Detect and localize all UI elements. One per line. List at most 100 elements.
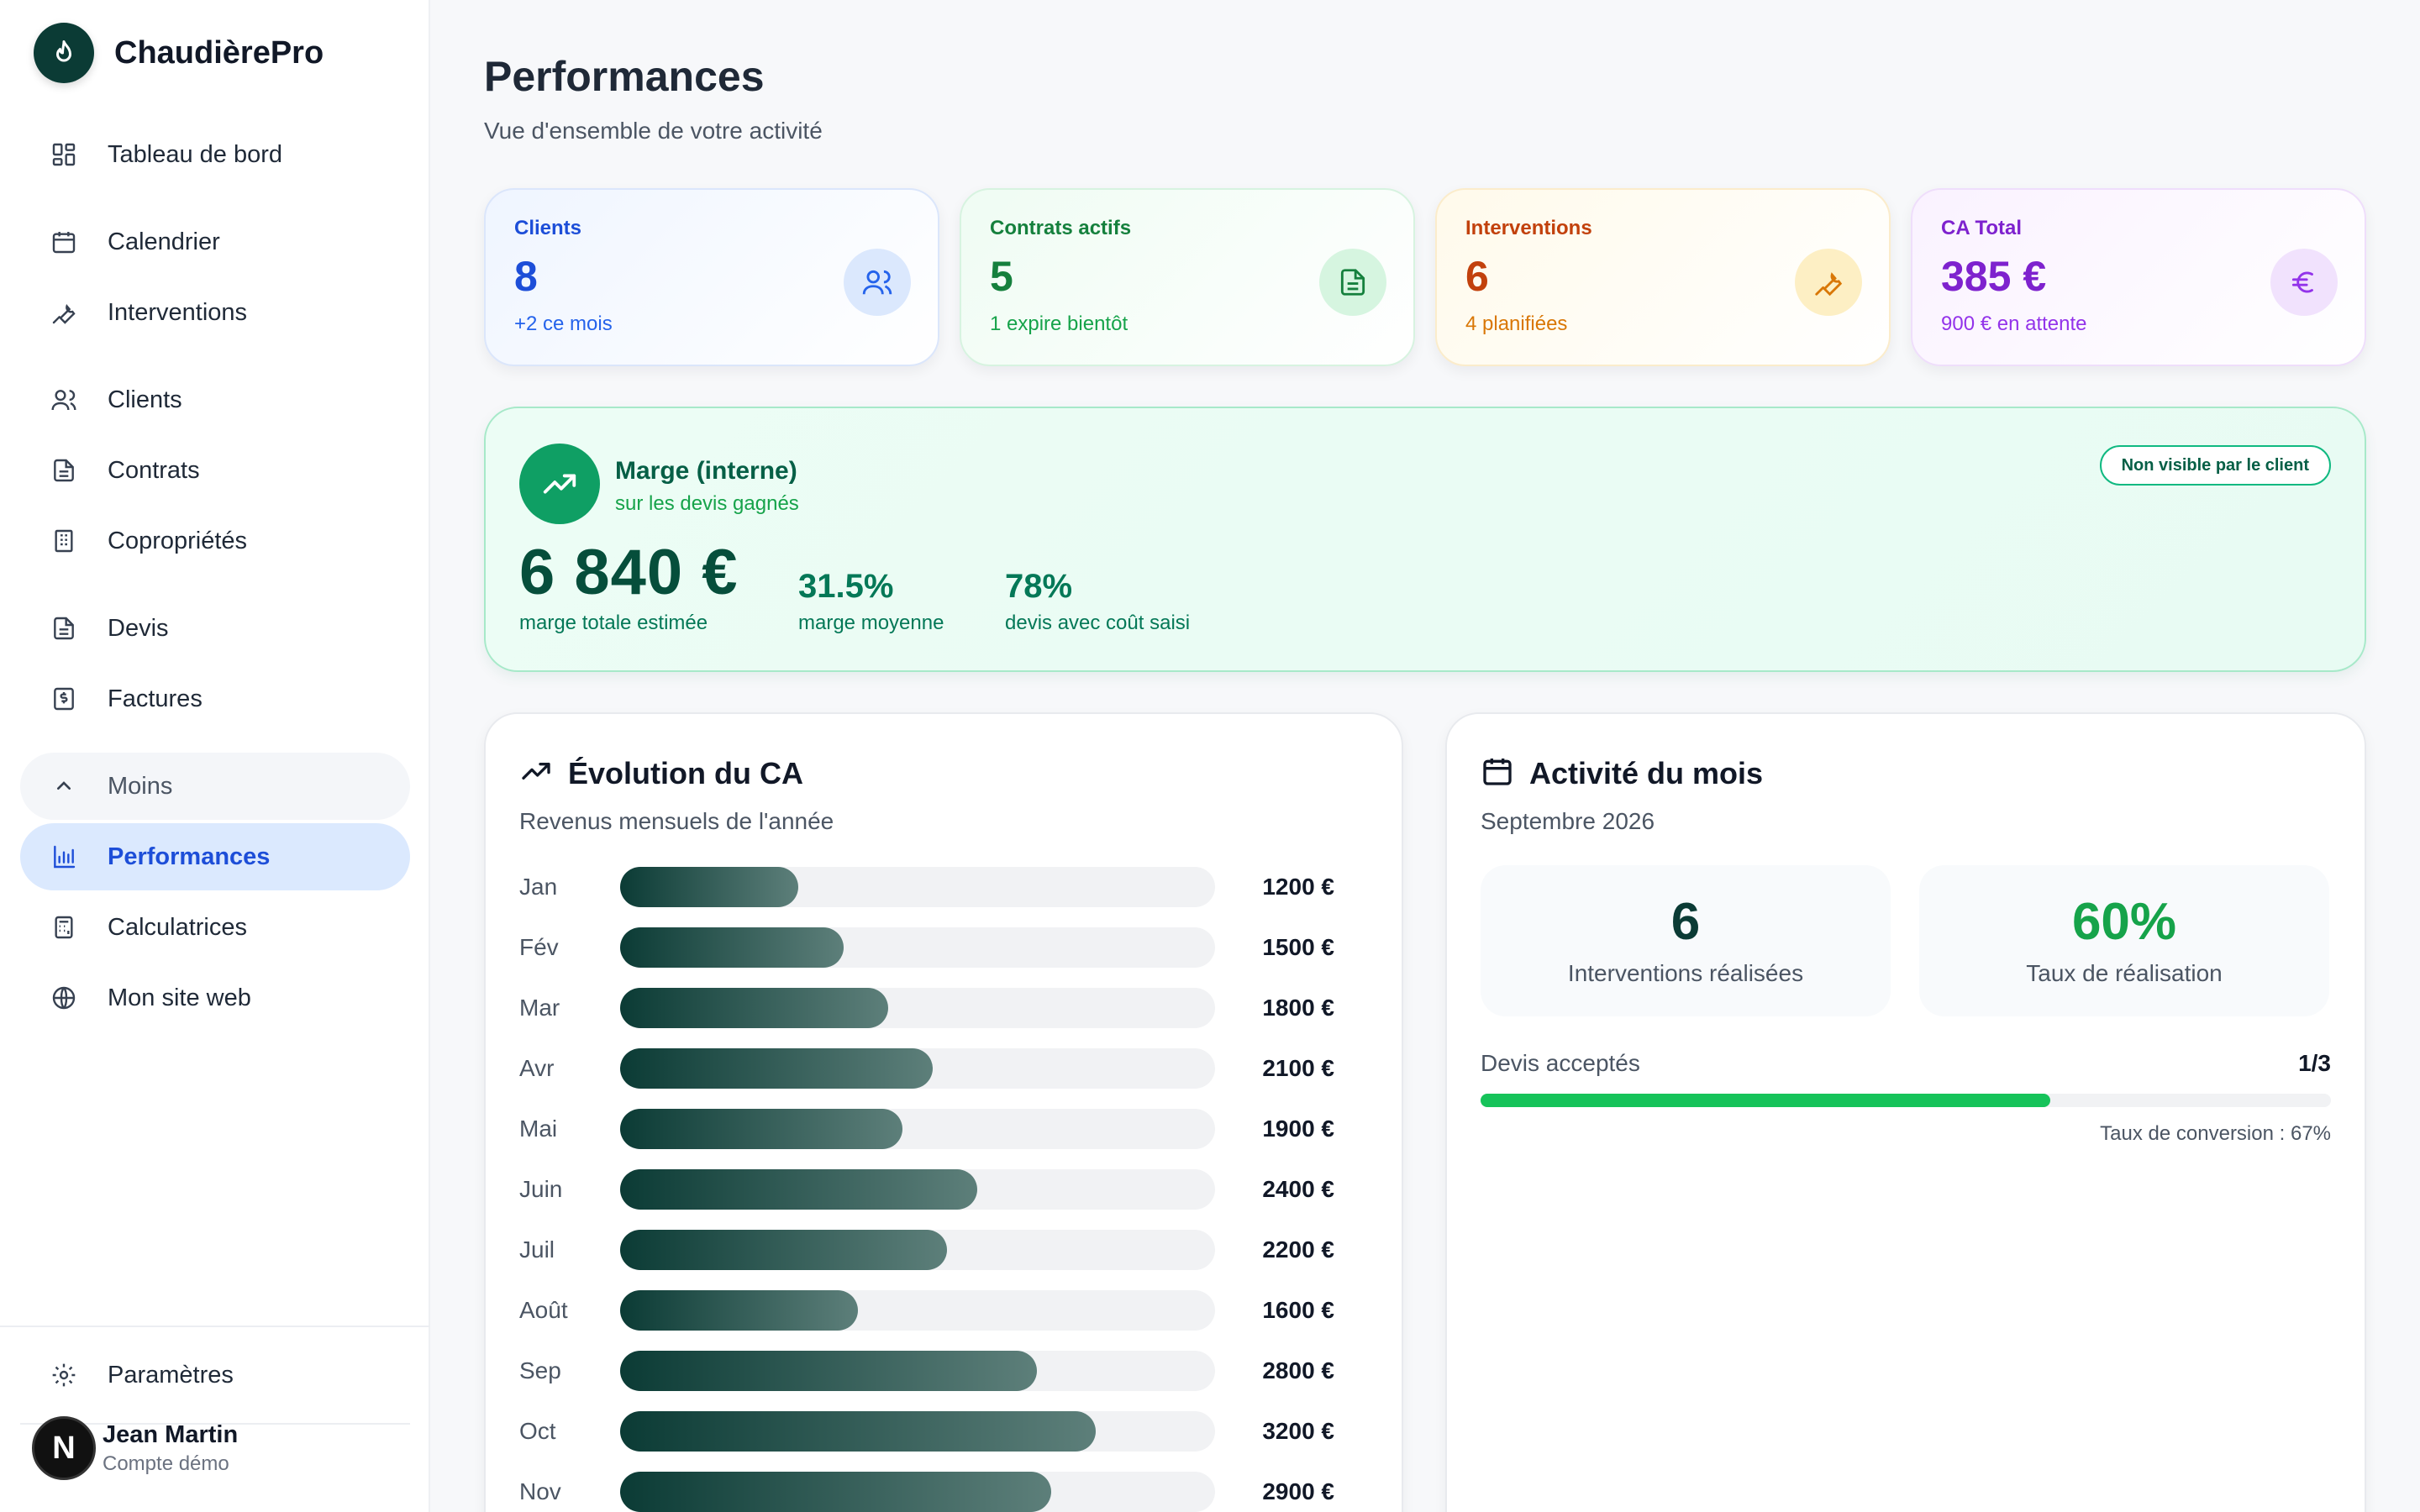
document-icon xyxy=(20,457,108,484)
margin-card: Marge (interne) sur les devis gagnés Non… xyxy=(484,407,2366,672)
sidebar: ChaudièrePro Tableau de bord Calendrier … xyxy=(0,0,430,1512)
avatar: N xyxy=(32,1416,96,1480)
bar-value: 2200 € xyxy=(1262,1236,1334,1263)
stat-label: Interventions xyxy=(1465,217,1592,239)
panel-subtitle: Septembre 2026 xyxy=(1481,808,1655,834)
stat-label: Clients xyxy=(514,217,582,239)
calendar-icon xyxy=(20,228,108,255)
stat-sub: +2 ce mois xyxy=(514,312,613,335)
kpi-value: 6 xyxy=(1670,893,1701,951)
kpi-value: 60% xyxy=(2071,893,2177,951)
page-subtitle: Vue d'ensemble de votre activité xyxy=(484,118,823,144)
sidebar-item-label: Mon site web xyxy=(108,984,251,1011)
devis-value: 1/3 xyxy=(2298,1050,2331,1076)
sidebar-item-label: Moins xyxy=(108,772,173,800)
stat-card-ca-total[interactable]: CA Total 385 € 900 € en attente xyxy=(1911,188,2366,366)
cost-entered: 78% xyxy=(1005,568,1073,605)
bar-fill xyxy=(620,1048,933,1089)
users-icon xyxy=(20,386,108,413)
document-icon xyxy=(20,615,108,642)
sidebar-item-dashboard[interactable]: Tableau de bord xyxy=(20,121,410,188)
sidebar-item-contrats[interactable]: Contrats xyxy=(20,437,410,504)
stat-card-clients[interactable]: Clients 8 +2 ce mois xyxy=(484,188,939,366)
bar-row: Août 1600 € xyxy=(519,1290,1368,1332)
sidebar-item-clients[interactable]: Clients xyxy=(20,366,410,433)
bar-value: 1800 € xyxy=(1262,995,1334,1021)
page-title: Performances xyxy=(484,53,765,100)
bar-fill xyxy=(620,1411,1096,1452)
sidebar-toggle-more[interactable]: Moins xyxy=(20,753,410,820)
bar-month: Avr xyxy=(519,1055,555,1081)
stat-card-contrats[interactable]: Contrats actifs 5 1 expire bientôt xyxy=(960,188,1415,366)
bar-value: 2800 € xyxy=(1262,1357,1334,1383)
bar-value: 2900 € xyxy=(1262,1478,1334,1504)
brand[interactable]: ChaudièrePro xyxy=(34,23,324,83)
kpi-label: Interventions réalisées xyxy=(1567,960,1804,986)
bar-month: Juin xyxy=(519,1176,563,1202)
devis-progress-track xyxy=(1481,1094,2331,1107)
calendar-icon xyxy=(1481,754,1514,792)
bar-track xyxy=(620,988,1215,1028)
sidebar-item-calculatrices[interactable]: Calculatrices xyxy=(20,894,410,961)
bar-track xyxy=(620,1048,1215,1089)
visibility-badge: Non visible par le client xyxy=(2099,445,2331,486)
bar-row: Avr 2100 € xyxy=(519,1048,1368,1090)
bar-value: 3200 € xyxy=(1262,1418,1334,1444)
sidebar-item-calendar[interactable]: Calendrier xyxy=(20,208,410,276)
bar-fill xyxy=(620,988,888,1028)
devis-progress-fill xyxy=(1481,1094,2051,1107)
bar-month: Mai xyxy=(519,1116,558,1142)
dashboard-icon xyxy=(20,141,108,168)
user-name: Jean Martin xyxy=(103,1420,239,1448)
sidebar-item-label: Copropriétés xyxy=(108,527,248,554)
bar-fill xyxy=(620,1290,858,1331)
bar-track xyxy=(620,867,1215,907)
sidebar-item-parametres[interactable]: Paramètres xyxy=(20,1341,410,1409)
stat-sub: 900 € en attente xyxy=(1941,312,2087,335)
bar-row: Oct 3200 € xyxy=(519,1411,1368,1453)
devis-label: Devis acceptés xyxy=(1481,1050,1640,1076)
sidebar-item-label: Clients xyxy=(108,386,182,413)
sidebar-item-label: Tableau de bord xyxy=(108,140,282,168)
bar-row: Mai 1900 € xyxy=(519,1109,1368,1151)
revenue-panel: Évolution du CA Revenus mensuels de l'an… xyxy=(484,712,1403,1512)
bar-row: Jan 1200 € xyxy=(519,867,1368,909)
bar-fill xyxy=(620,1109,902,1149)
sidebar-item-devis[interactable]: Devis xyxy=(20,595,410,662)
app-name: ChaudièrePro xyxy=(114,34,324,71)
bar-value: 1200 € xyxy=(1262,874,1334,900)
kpi-interventions: 6 Interventions réalisées xyxy=(1481,865,1891,1016)
stat-card-interventions[interactable]: Interventions 6 4 planifiées xyxy=(1435,188,1891,366)
invoice-icon xyxy=(20,685,108,712)
sidebar-item-interventions[interactable]: Interventions xyxy=(20,279,410,346)
wrench-icon xyxy=(1795,249,1862,316)
bar-track xyxy=(620,1169,1215,1210)
gear-icon xyxy=(20,1362,108,1389)
stat-label: Contrats actifs xyxy=(990,217,1132,239)
euro-icon xyxy=(2270,249,2338,316)
bar-month: Juil xyxy=(519,1236,555,1263)
sidebar-item-site-web[interactable]: Mon site web xyxy=(20,964,410,1032)
globe-icon xyxy=(20,984,108,1011)
flame-icon xyxy=(34,23,94,83)
sidebar-item-label: Contrats xyxy=(108,456,200,484)
bar-month: Oct xyxy=(519,1418,556,1444)
margin-total-label: marge totale estimée xyxy=(519,612,708,634)
stat-label: CA Total xyxy=(1941,217,2022,239)
sidebar-item-coproprietes[interactable]: Copropriétés xyxy=(20,507,410,575)
bar-month: Mar xyxy=(519,995,560,1021)
sidebar-item-label: Factures xyxy=(108,685,203,712)
bar-track xyxy=(620,1411,1215,1452)
sidebar-item-factures[interactable]: Factures xyxy=(20,665,410,732)
bar-value: 2400 € xyxy=(1262,1176,1334,1202)
sidebar-item-performances[interactable]: Performances xyxy=(20,823,410,890)
bar-row: Nov 2900 € xyxy=(519,1472,1368,1512)
user-profile[interactable]: N Jean Martin Compte démo xyxy=(32,1416,238,1480)
trending-up-icon xyxy=(519,754,553,792)
bar-value: 1600 € xyxy=(1262,1297,1334,1323)
sidebar-item-label: Interventions xyxy=(108,298,248,326)
bar-track xyxy=(620,1351,1215,1391)
users-icon xyxy=(844,249,911,316)
margin-total: 6 840 € xyxy=(519,537,739,608)
user-role: Compte démo xyxy=(103,1452,229,1475)
